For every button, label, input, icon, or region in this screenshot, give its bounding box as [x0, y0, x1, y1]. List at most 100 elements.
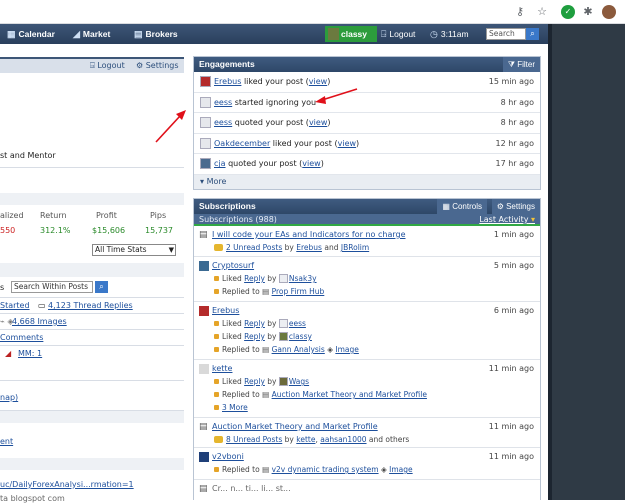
nav-search-input[interactable]: Search	[486, 28, 526, 40]
subscription-title-link[interactable]: Cr... n... ti... li... st...	[212, 484, 291, 493]
view-link[interactable]: view	[309, 118, 327, 127]
avatar	[200, 117, 211, 129]
engagement-user-link[interactable]: Oakdecember	[214, 139, 270, 148]
reply-link[interactable]: Reply	[244, 377, 265, 386]
bullet-icon	[214, 347, 219, 352]
reply-link[interactable]: Reply	[244, 319, 265, 328]
subscription-title-link[interactable]: v2vboni	[212, 452, 244, 461]
images-link[interactable]: 4,668 Images	[12, 317, 67, 326]
key-icon[interactable]: ⚷	[513, 5, 527, 19]
user-link[interactable]: classy	[289, 332, 312, 341]
image-link[interactable]: Image	[389, 465, 413, 474]
divider	[0, 313, 184, 314]
engagement-user-link[interactable]: Erebus	[214, 77, 241, 86]
nav-market[interactable]: ◢ Market	[73, 24, 110, 44]
others-label: and others	[368, 435, 410, 444]
view-link[interactable]: view	[338, 139, 356, 148]
subscription-title-link[interactable]: Erebus	[212, 306, 239, 315]
subscription-title-link[interactable]: Cryptosurf	[212, 261, 254, 270]
engagement-user-link[interactable]: cja	[214, 159, 226, 168]
star-icon[interactable]: ☆	[535, 5, 549, 19]
external-url-link[interactable]: uc/DailyForexAnalysi...rmation=1	[0, 480, 134, 489]
replied-label: Replied to	[222, 390, 260, 399]
search-icon[interactable]: ⌕	[95, 281, 108, 293]
stats-period-select[interactable]: All Time Stats ▼	[92, 244, 176, 256]
search-within-posts-input[interactable]: Search Within Posts	[11, 281, 93, 293]
liked-label: Liked	[222, 332, 242, 341]
user-link[interactable]: aahsan1000	[320, 435, 366, 444]
engagement-user-link[interactable]: eess	[214, 118, 232, 127]
thread-link[interactable]: Auction Market Theory and Market Profile	[272, 390, 427, 399]
thread-link[interactable]: v2v dynamic trading system	[272, 465, 379, 474]
more-engagements-link[interactable]: ▾ More	[194, 174, 540, 189]
band	[0, 411, 184, 423]
controls-button[interactable]: ▦ Controls	[437, 199, 487, 214]
search-icon[interactable]: ⌕	[526, 28, 539, 40]
arrow-left	[155, 115, 181, 143]
nav-logout[interactable]: ⍈ Logout	[381, 24, 415, 44]
image-link[interactable]: Image	[335, 345, 359, 354]
user-link[interactable]: JBRolim	[341, 243, 369, 252]
sort-last-activity[interactable]: Last Activity ▾	[479, 214, 535, 226]
thread-link[interactable]: Gann Analysis	[272, 345, 325, 354]
map-link[interactable]: nap)	[0, 393, 18, 402]
threads-started-link[interactable]: Started	[0, 301, 30, 310]
reply-link[interactable]: Reply	[244, 274, 265, 283]
nav-brokers-label: Brokers	[145, 29, 178, 39]
gear-icon: ⚙	[496, 202, 504, 211]
user-link[interactable]: Wags	[289, 377, 309, 386]
nav-user-menu[interactable]: classy	[325, 26, 377, 42]
profile-logout-link[interactable]: ⍈ Logout	[90, 61, 125, 71]
subscription-title-link[interactable]: kette	[212, 364, 232, 373]
nav-brokers[interactable]: ▤ Brokers	[134, 24, 178, 44]
user-avatar	[328, 28, 339, 40]
engagement-action: started ignoring you	[234, 97, 317, 107]
extension-icon[interactable]: ✓	[561, 5, 575, 19]
engagement-user-link[interactable]: eess	[214, 98, 232, 107]
comments-link[interactable]: Comments	[0, 333, 43, 342]
user-link[interactable]: kette	[296, 435, 315, 444]
user-link[interactable]: Erebus	[296, 243, 322, 252]
user-link[interactable]: Nsak3y	[289, 274, 317, 283]
view-link[interactable]: view	[309, 77, 327, 86]
nav-calendar[interactable]: ▦ Calendar	[7, 24, 55, 44]
replied-line: Replied to ▤ Auction Market Theory and M…	[214, 390, 427, 399]
filter-button[interactable]: ⧩ Filter	[502, 57, 540, 72]
view-link[interactable]: view	[302, 159, 320, 168]
logout-icon: ⍈	[381, 29, 387, 39]
settings-button[interactable]: ⚙ Settings	[491, 199, 540, 214]
profile-settings-label: Settings	[145, 61, 179, 70]
profile-panel-header: ⍈ Logout ⚙ Settings	[0, 57, 184, 73]
engagement-action: quoted your post	[234, 118, 304, 128]
unread-posts-link[interactable]: 2 Unread Posts	[226, 243, 282, 252]
more-link[interactable]: 3 More	[222, 403, 248, 412]
by-label: by	[267, 274, 277, 283]
clock-icon: ◷	[430, 29, 438, 39]
thread-link[interactable]: Prop Firm Hub	[272, 287, 325, 296]
liked-label: Liked	[222, 274, 242, 283]
more-label: More	[206, 176, 227, 186]
ent-link[interactable]: ent	[0, 437, 13, 446]
mm-link[interactable]: MM: 1	[18, 349, 42, 358]
subscriptions-header: Subscriptions ▦ Controls ⚙ Settings	[194, 199, 540, 214]
engagement-action: liked your post	[272, 138, 332, 148]
settings-label: Settings	[506, 202, 535, 211]
bullet-icon	[214, 379, 219, 384]
avatar	[278, 377, 288, 386]
user-link[interactable]: eess	[289, 319, 306, 328]
unread-posts-link[interactable]: 8 Unread Posts	[226, 435, 282, 444]
profile-settings-link[interactable]: ⚙ Settings	[136, 61, 179, 70]
site-navbar: ▦ Calendar ◢ Market ▤ Brokers classy ⍈ Logou…	[0, 24, 548, 44]
engagements-header: Engagements ⧩ Filter	[194, 57, 540, 72]
engagement-text: Oakdecember liked your post (view)	[214, 138, 360, 148]
reply-link[interactable]: Reply	[244, 332, 265, 341]
band	[0, 458, 184, 470]
thread-replies-link[interactable]: 4,123 Thread Replies	[48, 301, 133, 310]
puzzle-icon[interactable]: ✱	[581, 5, 595, 19]
subscription-title-link[interactable]: I will code your EAs and Indicators for …	[212, 230, 406, 239]
profile-avatar[interactable]	[602, 5, 616, 19]
subscription-title-link[interactable]: Auction Market Theory and Market Profile	[212, 422, 378, 431]
unread-line: 8 Unread Posts by kette, aahsan1000 and …	[214, 435, 409, 444]
nav-calendar-label: Calendar	[18, 29, 55, 39]
by-label: by	[284, 243, 294, 252]
